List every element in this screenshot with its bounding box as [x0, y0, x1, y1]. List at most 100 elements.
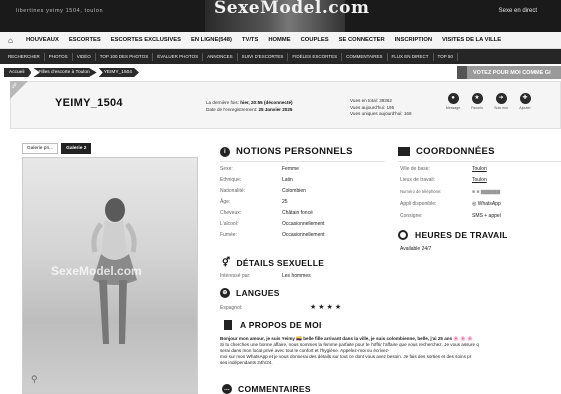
details-title-block: ⚥ DÉTAILS SEXUELLE [222, 257, 324, 268]
vote-figure-icon [457, 66, 467, 79]
views-unique: Vues uniques aujourd'hui: 166 [350, 111, 412, 116]
message-icon: ● [447, 93, 459, 104]
sub-nav: RECHERCHER PHOTOS VIDÉO TOP 100 DES PHOT… [0, 49, 561, 64]
notion-value: Femme [282, 166, 299, 172]
nav-item-homme[interactable]: HOMME [268, 37, 290, 43]
subnav-annonces[interactable]: ANNONCES [203, 52, 238, 61]
message-label: Message [445, 106, 461, 110]
tab-galerie-2[interactable]: Galerie 2 [61, 143, 92, 154]
subnav-suivi[interactable]: SUIVI D'ESCORTES [238, 52, 289, 61]
profile-username: YEIMY_1504 [55, 97, 123, 109]
gallery-tabs: Galerie pri... Galerie 2 [22, 143, 94, 154]
contact-row: Appli disponible: ◎ WhatsApp [400, 201, 501, 207]
phone-number[interactable]: ■ ■ ▆▆▆▆▆ [472, 189, 500, 195]
nav-item-visites[interactable]: VISITES DE LA VILLE [442, 37, 501, 43]
favorite-icon: ★ [471, 93, 483, 104]
nav-item-tv-ts[interactable]: TV/TS [242, 37, 258, 43]
contact-label: Consigne: [400, 213, 423, 219]
bio-line: ses indépendants 24h/24. [220, 360, 273, 365]
notion-row: Nationalité: Colombien [220, 188, 306, 194]
details-value: Les hommes [282, 273, 311, 279]
notion-row: Âge: 25 [220, 199, 288, 205]
whatsapp-badge[interactable]: ◎ WhatsApp [472, 201, 501, 207]
notion-row: Ethnique: Latin [220, 177, 293, 183]
contact-label: Appli disponible: [400, 201, 437, 207]
details-row: Intéressé par: Les hommes [220, 273, 311, 279]
comments-title: COMMENTAIRES [238, 384, 311, 394]
heures-title: HEURES DE TRAVAIL [415, 230, 508, 240]
registered-label: Date de l'enregistrement: [206, 107, 258, 112]
language-row: Espagnol: ★★★★ [220, 304, 341, 311]
vip-label: VIP [10, 81, 19, 90]
nav-item-escortes[interactable]: ESCORTES [69, 37, 101, 43]
nav-item-inscription[interactable]: INSCRIPTION [395, 37, 432, 43]
apropos-title: A PROPOS DE MOI [240, 320, 322, 330]
notion-value: Châtain foncé [282, 210, 313, 216]
work-city-link[interactable]: Toulon [472, 177, 487, 183]
subnav-video[interactable]: VIDÉO [73, 52, 96, 61]
add-icon: ✚ [519, 93, 531, 104]
city-link[interactable]: Toulon [472, 166, 487, 172]
add-label: Ajouter [519, 106, 531, 110]
subnav-flux[interactable]: FLUX EN DIRECT [388, 52, 434, 61]
breadcrumb-home[interactable]: Accueil [4, 68, 32, 77]
subnav-fideles[interactable]: FIDÈLES ESCORTES [288, 52, 343, 61]
add-button[interactable]: ✚ Ajouter [513, 93, 537, 110]
sexe-direct-link[interactable]: Sexe en direct [499, 8, 537, 14]
language-stars: ★★★★ [310, 304, 344, 311]
coordonnees-title: COORDONNÉES [416, 146, 495, 157]
nav-item-nouveaux[interactable]: HOUVEAUX [26, 37, 59, 43]
follow-icon: ➜ [495, 93, 507, 104]
details-label: Intéressé par: [220, 273, 251, 279]
notion-row: Sexe: Femme [220, 166, 299, 172]
nav-item-en-ligne[interactable]: EN LIGNE(548) [191, 37, 232, 43]
bio-text: Bonjour mon amour, je suis Yeimy 🇨🇴 bell… [220, 336, 561, 366]
contact-value: SMS + appel [472, 213, 501, 219]
message-button[interactable]: ● Message [441, 93, 465, 110]
home-icon[interactable]: ⌂ [8, 36, 20, 45]
favorite-label: Favoris [471, 106, 483, 110]
subnav-top100[interactable]: TOP 100 DES PHOTOS [96, 52, 154, 61]
last-seen-label: La dernière fois: [206, 100, 239, 105]
langues-title: LANGUES [236, 288, 280, 298]
subnav-commentaires[interactable]: COMMENTAIRES [342, 52, 388, 61]
banner-tagline: libertines yeimy 1504, toulon [16, 8, 104, 14]
nav-item-couples[interactable]: COUPLES [301, 37, 329, 43]
breadcrumb-city[interactable]: Filles d'escorte à Toulon [33, 68, 97, 77]
site-logo[interactable]: SexeModel.com [214, 0, 369, 18]
top-banner: libertines yeimy 1504, toulon SexeModel.… [0, 0, 561, 32]
breadcrumb-profile[interactable]: YEIMY_1504 [98, 68, 139, 77]
zoom-icon[interactable]: ⚲ [31, 374, 38, 385]
notion-value: Latin [282, 177, 293, 183]
favorite-button[interactable]: ★ Favoris [465, 93, 489, 110]
notion-label: Cheveux: [220, 210, 242, 216]
profile-views: Vues en total: 39362 Vues aujourd'hui: 1… [350, 98, 412, 118]
bio-lead: Bonjour mon amour, je suis Yeimy 🇨🇴 bell… [220, 336, 474, 341]
divider [220, 161, 385, 162]
info-icon: i [220, 146, 230, 157]
contact-row: Numéro de téléphone: ■ ■ ▆▆▆▆▆ [400, 189, 500, 195]
contact-label: Numéro de téléphone: [400, 189, 442, 194]
nav-item-se-connecter[interactable]: SE CONNECTER [339, 37, 385, 43]
comments-title-block: … COMMENTAIRES [222, 384, 311, 394]
chat-icon: … [222, 384, 232, 394]
contact-label: Lieux de travail: [400, 177, 436, 183]
profile-dates: La dernière fois: hier, 20:55 (déconnect… [206, 99, 293, 113]
language-label: Espagnol: [220, 305, 243, 311]
vote-button[interactable]: VOTEZ POUR MOI COMME GI [457, 66, 561, 79]
nav-item-escortes-exclusives[interactable]: ESCORTES EXCLUSIVES [111, 37, 181, 43]
follow-button[interactable]: ➜ Suis moi [489, 93, 513, 110]
profile-photo[interactable]: SexeModel.com ⚲ [22, 157, 198, 394]
coordonnees-title-block: COORDONNÉES [398, 146, 495, 157]
divider [398, 161, 561, 162]
subnav-photos[interactable]: PHOTOS [45, 52, 73, 61]
subnav-top50[interactable]: TOP 50 [434, 52, 458, 61]
tab-galerie-principale[interactable]: Galerie pri... [22, 143, 59, 154]
subnav-rechercher[interactable]: RECHERCHER [4, 52, 45, 61]
notion-value: Occasionnellement [282, 232, 325, 238]
main-nav: ⌂ HOUVEAUX ESCORTES ESCORTES EXCLUSIVES … [0, 32, 561, 49]
subnav-evaluer[interactable]: ÉVALUER PHOTOS [153, 52, 204, 61]
notion-label: Fumée: [220, 232, 237, 238]
whatsapp-label: WhatsApp [477, 201, 501, 207]
notion-value: Occasionnellement [282, 221, 325, 227]
